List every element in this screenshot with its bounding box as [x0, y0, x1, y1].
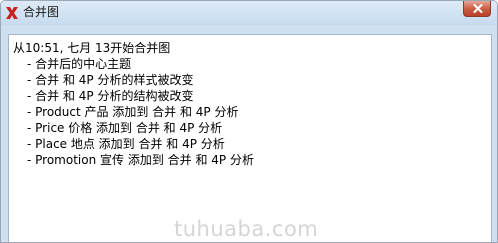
window-title: 合并图	[23, 5, 60, 19]
log-item: - Price 价格 添加到 合并 和 4P 分析	[27, 121, 223, 135]
merge-dialog-window: 合并图 从10:51, 七月 13开始合并图 - 合并后的中心主题 - 合并 和…	[0, 0, 498, 243]
merge-log-header: 从10:51, 七月 13开始合并图	[13, 41, 171, 55]
title-bar[interactable]: 合并图	[1, 1, 497, 25]
close-icon	[473, 4, 483, 13]
log-item: - Product 产品 添加到 合并 和 4P 分析	[27, 105, 239, 119]
log-item: - 合并 和 4P 分析的结构被改变	[27, 89, 194, 103]
log-item: - Promotion 宣传 添加到 合并 和 4P 分析	[27, 153, 254, 167]
log-item: - 合并后的中心主题	[27, 57, 132, 71]
log-item: - 合并 和 4P 分析的样式被改变	[27, 73, 194, 87]
watermark-text: tuhuaba.com	[174, 217, 319, 241]
log-item: - Place 地点 添加到 合并 和 4P 分析	[27, 137, 225, 151]
close-button[interactable]	[463, 1, 491, 17]
merge-log-list: 从10:51, 七月 13开始合并图 - 合并后的中心主题 - 合并 和 4P …	[13, 40, 254, 168]
xmind-x-icon	[5, 5, 19, 19]
merge-log-panel[interactable]: 从10:51, 七月 13开始合并图 - 合并后的中心主题 - 合并 和 4P …	[8, 34, 492, 242]
